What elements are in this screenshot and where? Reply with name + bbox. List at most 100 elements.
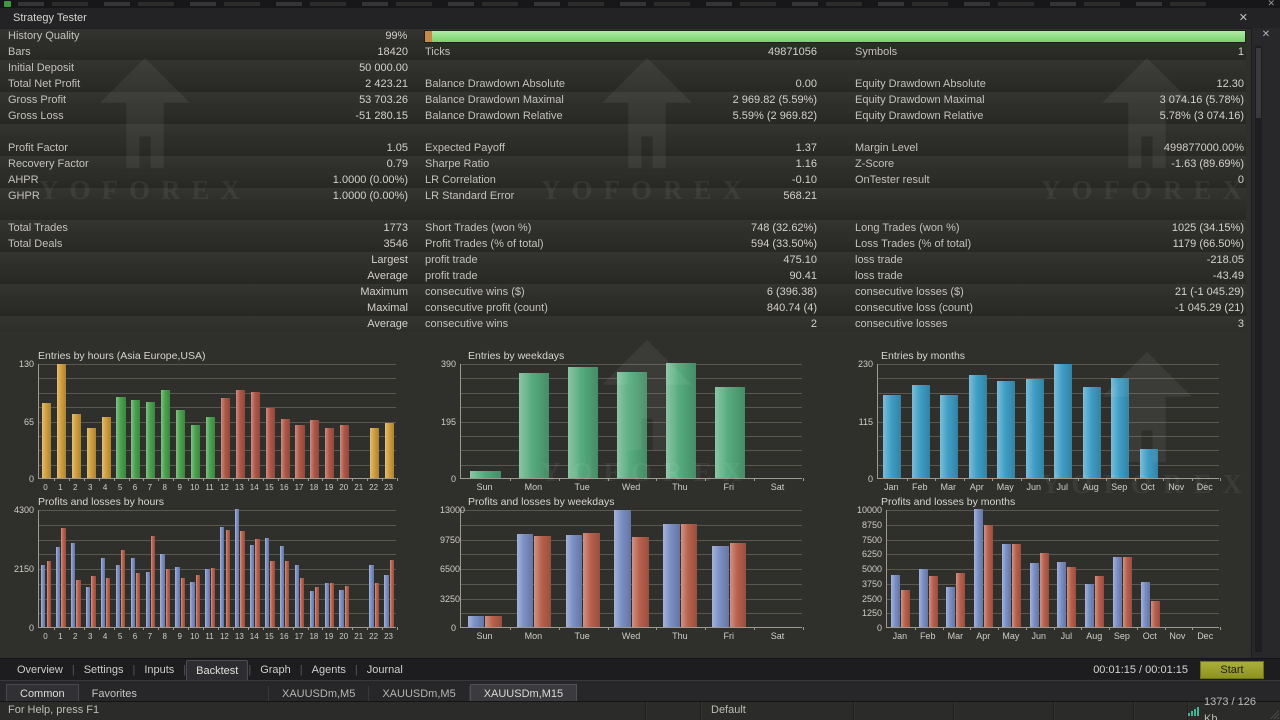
chart-title: Profits and losses by months <box>881 496 1015 508</box>
x-axis-label: 10 <box>187 632 202 641</box>
axis-tick <box>158 627 159 630</box>
stat-pair: Bars18420 <box>8 44 408 60</box>
stat-value: 1773 <box>384 220 408 236</box>
tab-graph[interactable]: Graph <box>251 660 300 680</box>
tab-settings[interactable]: Settings <box>75 660 133 680</box>
panel-close-icon[interactable]: ✕ <box>1239 8 1248 28</box>
y-axis-label: 2150 <box>10 565 34 574</box>
column-gap <box>408 300 425 316</box>
profit-bar <box>339 590 343 627</box>
x-axis-label: 11 <box>202 632 217 641</box>
vertical-scrollbar[interactable] <box>1255 46 1262 652</box>
bar <box>236 390 245 478</box>
stat-value: 5.78% (3 074.16) <box>1160 108 1244 124</box>
bottom-dock: CommonFavorites XAUUSDm,M5XAUUSDm,M5XAUU… <box>0 680 1280 703</box>
axis-tick <box>1220 478 1221 481</box>
stat-pair: LR Standard Error568.21 <box>425 188 817 204</box>
axis-tick <box>188 627 189 630</box>
axis-tick <box>656 627 657 630</box>
stat-pair: Margin Level499877000.00% <box>855 140 1244 156</box>
x-axis-label: 10 <box>187 483 202 492</box>
rail-close-icon[interactable]: ✕ <box>1252 29 1280 40</box>
stat-label: consecutive profit (count) <box>425 300 548 316</box>
network-status: 1373 / 126 Kb <box>1188 702 1280 720</box>
tab-inputs[interactable]: Inputs <box>135 660 183 680</box>
entries-by-hours: Entries by hours (Asia Europe,USA)130650… <box>10 350 434 495</box>
stat-value: Average <box>367 316 408 332</box>
status-cell <box>854 702 954 720</box>
progress-lead-segment <box>425 31 432 42</box>
scrollbar-thumb[interactable] <box>1256 48 1261 118</box>
axis-tick <box>114 478 115 481</box>
x-axis-label: Oct <box>1136 632 1164 641</box>
stat-value: 49871056 <box>768 44 817 60</box>
axis-tick <box>397 478 398 481</box>
stat-value: 99% <box>385 28 407 44</box>
tab-journal[interactable]: Journal <box>358 660 412 680</box>
axis-tick <box>352 627 353 630</box>
bar <box>310 420 319 478</box>
app-titlebar: ✕ <box>0 0 1280 8</box>
profit-bar <box>384 575 388 627</box>
stat-label: Profit Factor <box>8 140 68 156</box>
gridline <box>887 525 1219 526</box>
stat-label: Gross Profit <box>8 92 66 108</box>
x-axis-label: Jan <box>877 483 906 492</box>
gridline <box>39 378 396 379</box>
x-axis-label: 14 <box>247 632 262 641</box>
x-axis-label: Nov <box>1164 632 1192 641</box>
axis-tick <box>1049 478 1050 481</box>
x-axis-label: Fri <box>704 632 753 641</box>
stat-value: 0.79 <box>387 156 408 172</box>
tab-overview[interactable]: Overview <box>8 660 72 680</box>
bar <box>883 395 901 478</box>
bar <box>42 403 51 478</box>
bar <box>370 428 379 478</box>
profit-bar <box>220 527 224 627</box>
tab-agents[interactable]: Agents <box>303 660 355 680</box>
axis-tick <box>143 478 144 481</box>
stat-label: Symbols <box>855 44 897 60</box>
axis-tick <box>1026 627 1027 630</box>
axis-tick <box>322 627 323 630</box>
bar <box>281 419 290 478</box>
loss-bar <box>583 533 600 627</box>
status-cell <box>1134 702 1188 720</box>
stat-value: Maximal <box>367 300 408 316</box>
y-axis-label: 4300 <box>10 506 34 515</box>
loss-bar <box>196 575 200 627</box>
stats-row: Largestprofit trade475.10loss trade-218.… <box>0 252 1246 268</box>
axis-tick <box>382 627 383 630</box>
y-axis-label: 1250 <box>853 609 882 618</box>
pl-by-hours: Profits and losses by hours4300215000123… <box>10 496 434 644</box>
column-gap <box>817 236 855 252</box>
y-axis-label: 5000 <box>853 565 882 574</box>
tab-backtest[interactable]: Backtest <box>186 660 248 681</box>
stats-row: Recovery Factor0.79Sharpe Ratio1.16Z-Sco… <box>0 156 1246 172</box>
chart-title: Entries by weekdays <box>468 350 564 362</box>
profit-bar <box>1030 563 1039 627</box>
axis-tick <box>656 478 657 481</box>
stats-row: Maximumconsecutive wins ($)6 (396.38)con… <box>0 284 1246 300</box>
profile-name[interactable]: Default <box>701 702 854 720</box>
y-axis-label: 115 <box>853 418 873 427</box>
axis-tick <box>203 478 204 481</box>
stats-row: Total Deals3546Profit Trades (% of total… <box>0 236 1246 252</box>
loss-bar <box>315 587 319 627</box>
axis-tick <box>308 478 309 481</box>
y-axis-label: 0 <box>440 475 456 484</box>
loss-bar <box>1040 553 1049 627</box>
bar <box>176 410 185 478</box>
stat-label: OnTester result <box>855 172 930 188</box>
axis-tick <box>1192 478 1193 481</box>
stat-label: AHPR <box>8 172 39 188</box>
profit-bar <box>468 616 485 627</box>
axis-tick <box>1192 627 1193 630</box>
x-axis-label: Sep <box>1105 483 1134 492</box>
start-button[interactable]: Start <box>1200 661 1264 679</box>
axis-tick <box>992 478 993 481</box>
chart-plot <box>38 364 396 479</box>
column-gap <box>408 284 425 300</box>
resize-grip-icon[interactable] <box>1269 709 1279 719</box>
stat-pair: loss trade-218.05 <box>855 252 1244 268</box>
